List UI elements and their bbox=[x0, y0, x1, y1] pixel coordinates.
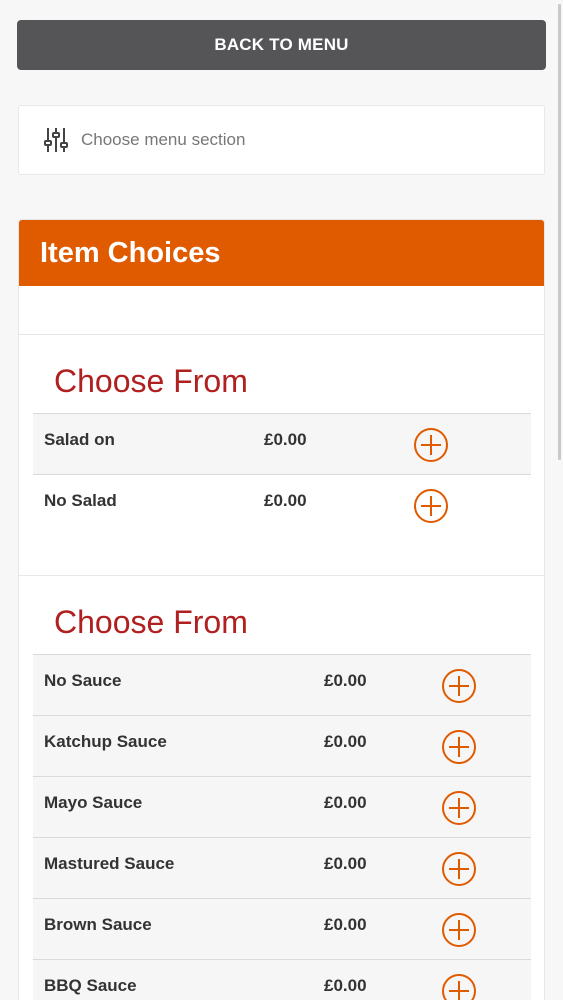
choice-name: No Salad bbox=[44, 491, 117, 510]
panel-header: Item Choices bbox=[19, 220, 544, 286]
sliders-icon bbox=[44, 127, 68, 153]
menu-section-placeholder: Choose menu section bbox=[81, 130, 246, 149]
choice-name: No Sauce bbox=[44, 671, 122, 690]
choice-name: Mayo Sauce bbox=[44, 793, 143, 812]
choice-row: Katchup Sauce £0.00 bbox=[33, 715, 531, 776]
choice-row: No Sauce £0.00 bbox=[33, 654, 531, 715]
choice-price: £0.00 bbox=[324, 915, 367, 934]
choice-price: £0.00 bbox=[324, 793, 367, 812]
choice-price: £0.00 bbox=[264, 491, 307, 510]
choice-row: No Salad £0.00 bbox=[33, 474, 531, 535]
choice-name: Brown Sauce bbox=[44, 915, 152, 934]
group-title: Choose From bbox=[54, 604, 248, 640]
add-icon[interactable] bbox=[414, 489, 448, 523]
choice-price: £0.00 bbox=[324, 976, 367, 995]
choice-group-sauce: Choose From No Sauce £0.00 Katchup Sauce… bbox=[19, 576, 544, 1000]
choice-row: Brown Sauce £0.00 bbox=[33, 898, 531, 959]
panel-spacer bbox=[19, 286, 544, 335]
choice-name: Salad on bbox=[44, 430, 115, 449]
choice-price: £0.00 bbox=[324, 732, 367, 751]
group-divider bbox=[19, 535, 544, 576]
back-to-menu-button[interactable]: BACK TO MENU bbox=[17, 20, 546, 70]
choice-price: £0.00 bbox=[324, 854, 367, 873]
choice-name: Mastured Sauce bbox=[44, 854, 175, 873]
choice-name: Katchup Sauce bbox=[44, 732, 167, 751]
choice-row: BBQ Sauce £0.00 bbox=[33, 959, 531, 1000]
choice-price: £0.00 bbox=[324, 671, 367, 690]
choice-group-salad: Choose From Salad on £0.00 No Salad £0.0… bbox=[19, 335, 544, 576]
item-choices-panel: Item Choices Choose From Salad on £0.00 … bbox=[18, 219, 545, 1000]
choice-price: £0.00 bbox=[264, 430, 307, 449]
scrollbar[interactable] bbox=[558, 4, 561, 460]
choice-name: BBQ Sauce bbox=[44, 976, 137, 995]
add-icon[interactable] bbox=[442, 974, 476, 1000]
choice-row: Mayo Sauce £0.00 bbox=[33, 776, 531, 837]
panel-title: Item Choices bbox=[40, 236, 221, 269]
add-icon[interactable] bbox=[442, 730, 476, 764]
choice-row: Mastured Sauce £0.00 bbox=[33, 837, 531, 898]
choice-row: Salad on £0.00 bbox=[33, 413, 531, 474]
add-icon[interactable] bbox=[442, 791, 476, 825]
add-icon[interactable] bbox=[442, 669, 476, 703]
menu-section-picker[interactable]: Choose menu section bbox=[18, 105, 545, 175]
group-title: Choose From bbox=[54, 363, 248, 399]
add-icon[interactable] bbox=[442, 852, 476, 886]
add-icon[interactable] bbox=[442, 913, 476, 947]
add-icon[interactable] bbox=[414, 428, 448, 462]
